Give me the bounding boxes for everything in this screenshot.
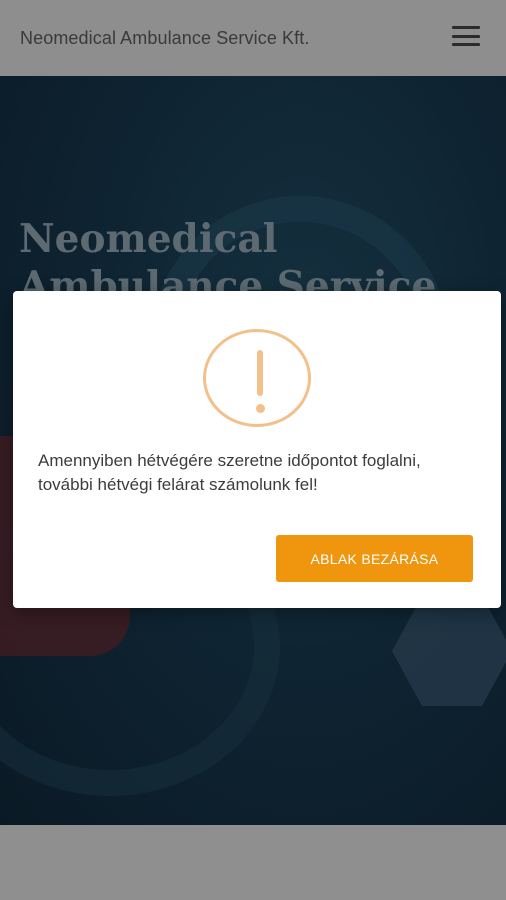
warning-exclamation-icon	[203, 329, 311, 427]
exclamation-dot	[255, 404, 265, 413]
dialog-message: Amennyiben hétvégére szeretne időpontot …	[38, 451, 421, 494]
notice-dialog: Amennyiben hétvégére szeretne időpontot …	[13, 291, 501, 608]
exclamation-bar	[257, 350, 263, 396]
close-dialog-button[interactable]: ABLAK BEZÁRÁSA	[276, 535, 473, 582]
